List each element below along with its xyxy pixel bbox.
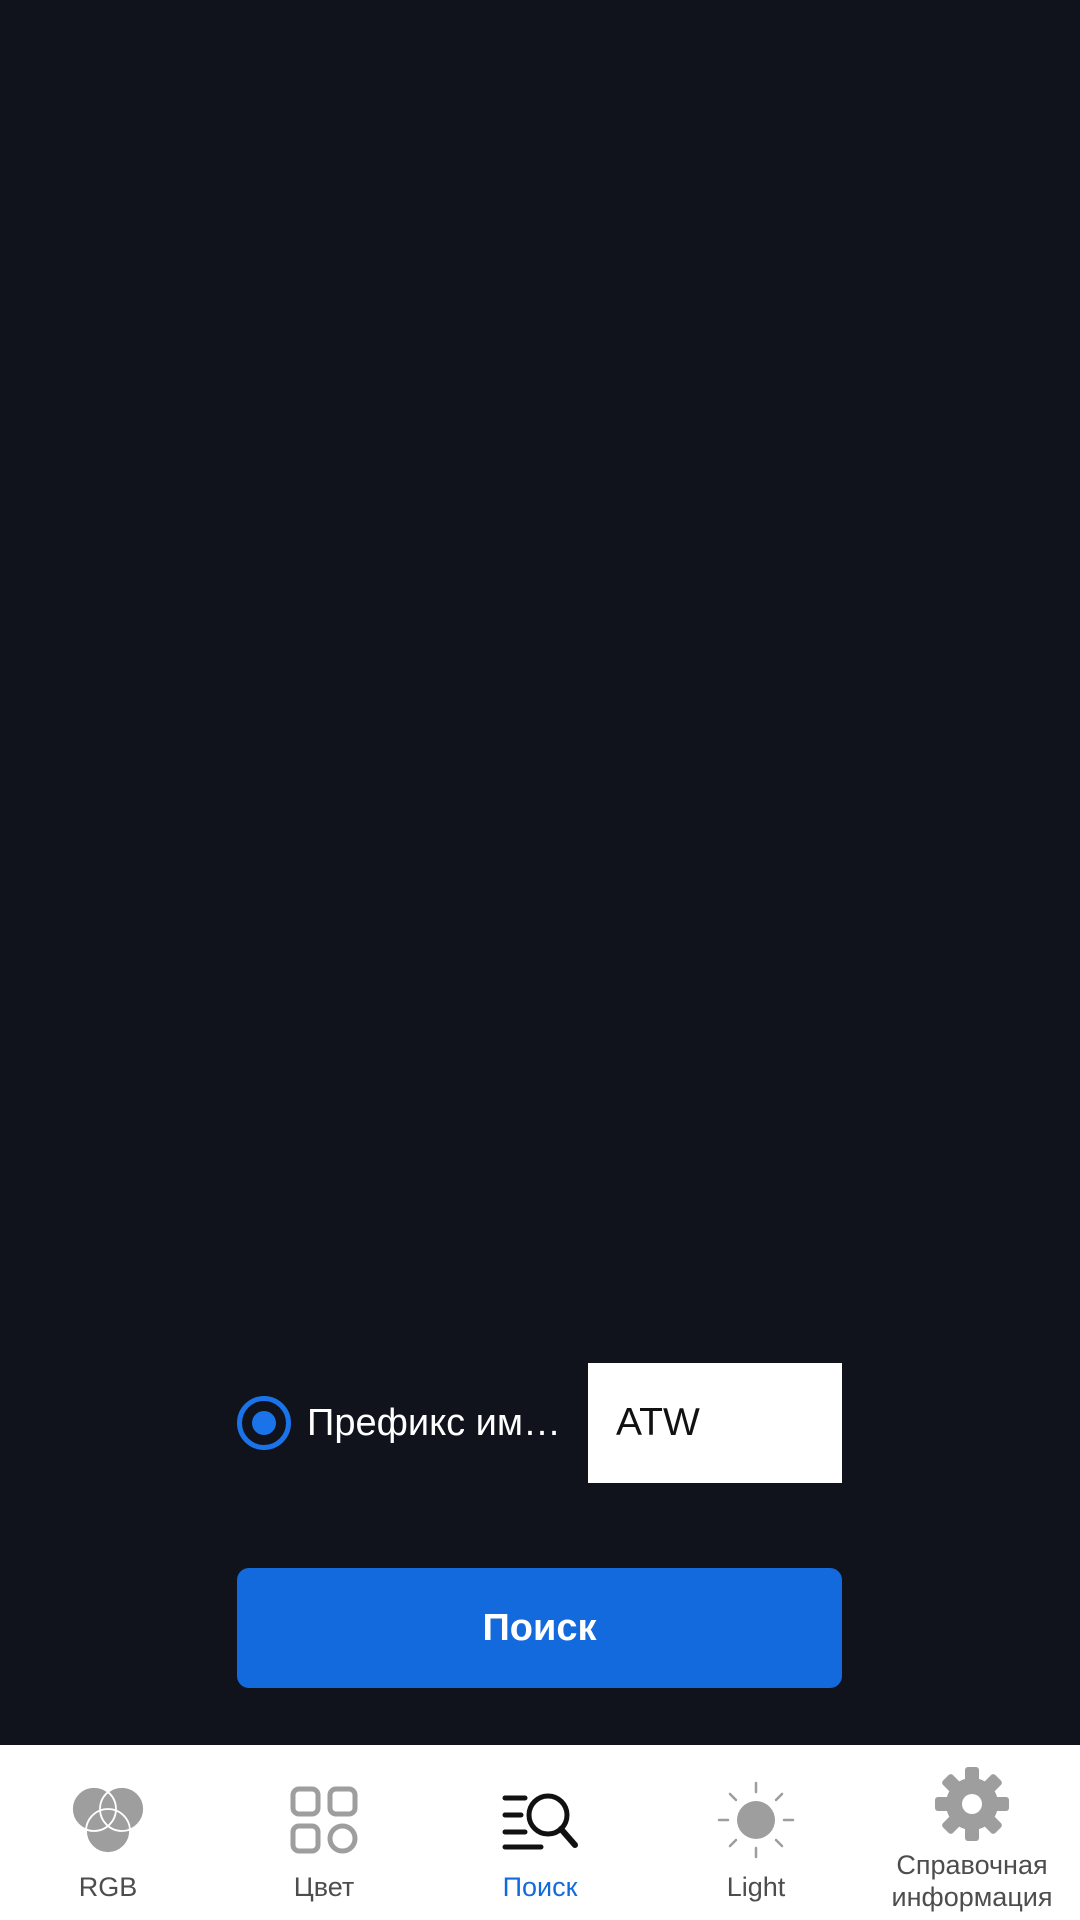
list-search-icon — [495, 1775, 585, 1865]
prefix-radio-button[interactable] — [237, 1396, 291, 1450]
nav-label-rgb: RGB — [78, 1872, 138, 1902]
bottom-navigation: RGB Цвет Поиск Light Справочная информац… — [0, 1745, 1080, 1920]
nav-item-rgb[interactable]: RGB — [0, 1745, 216, 1920]
nav-item-info[interactable]: Справочная информация — [864, 1745, 1080, 1920]
nav-label-search: Поиск — [502, 1872, 578, 1902]
radio-selected-dot — [252, 1411, 276, 1435]
prefix-input[interactable] — [588, 1363, 842, 1483]
rgb-circles-icon — [63, 1775, 153, 1865]
prefix-search-row: Префикс им… — [237, 1363, 842, 1483]
search-button[interactable]: Поиск — [237, 1568, 842, 1688]
nav-item-color[interactable]: Цвет — [216, 1745, 432, 1920]
gear-icon — [927, 1759, 1017, 1849]
main-content-area: Префикс им… Поиск — [0, 0, 1080, 1745]
nav-item-search[interactable]: Поиск — [432, 1745, 648, 1920]
nav-label-info: Справочная информация — [891, 1850, 1053, 1912]
sun-icon — [711, 1775, 801, 1865]
grid-icon — [279, 1775, 369, 1865]
prefix-label: Префикс им… — [307, 1402, 562, 1444]
nav-label-light: Light — [726, 1872, 786, 1902]
nav-label-color: Цвет — [293, 1872, 355, 1902]
nav-item-light[interactable]: Light — [648, 1745, 864, 1920]
